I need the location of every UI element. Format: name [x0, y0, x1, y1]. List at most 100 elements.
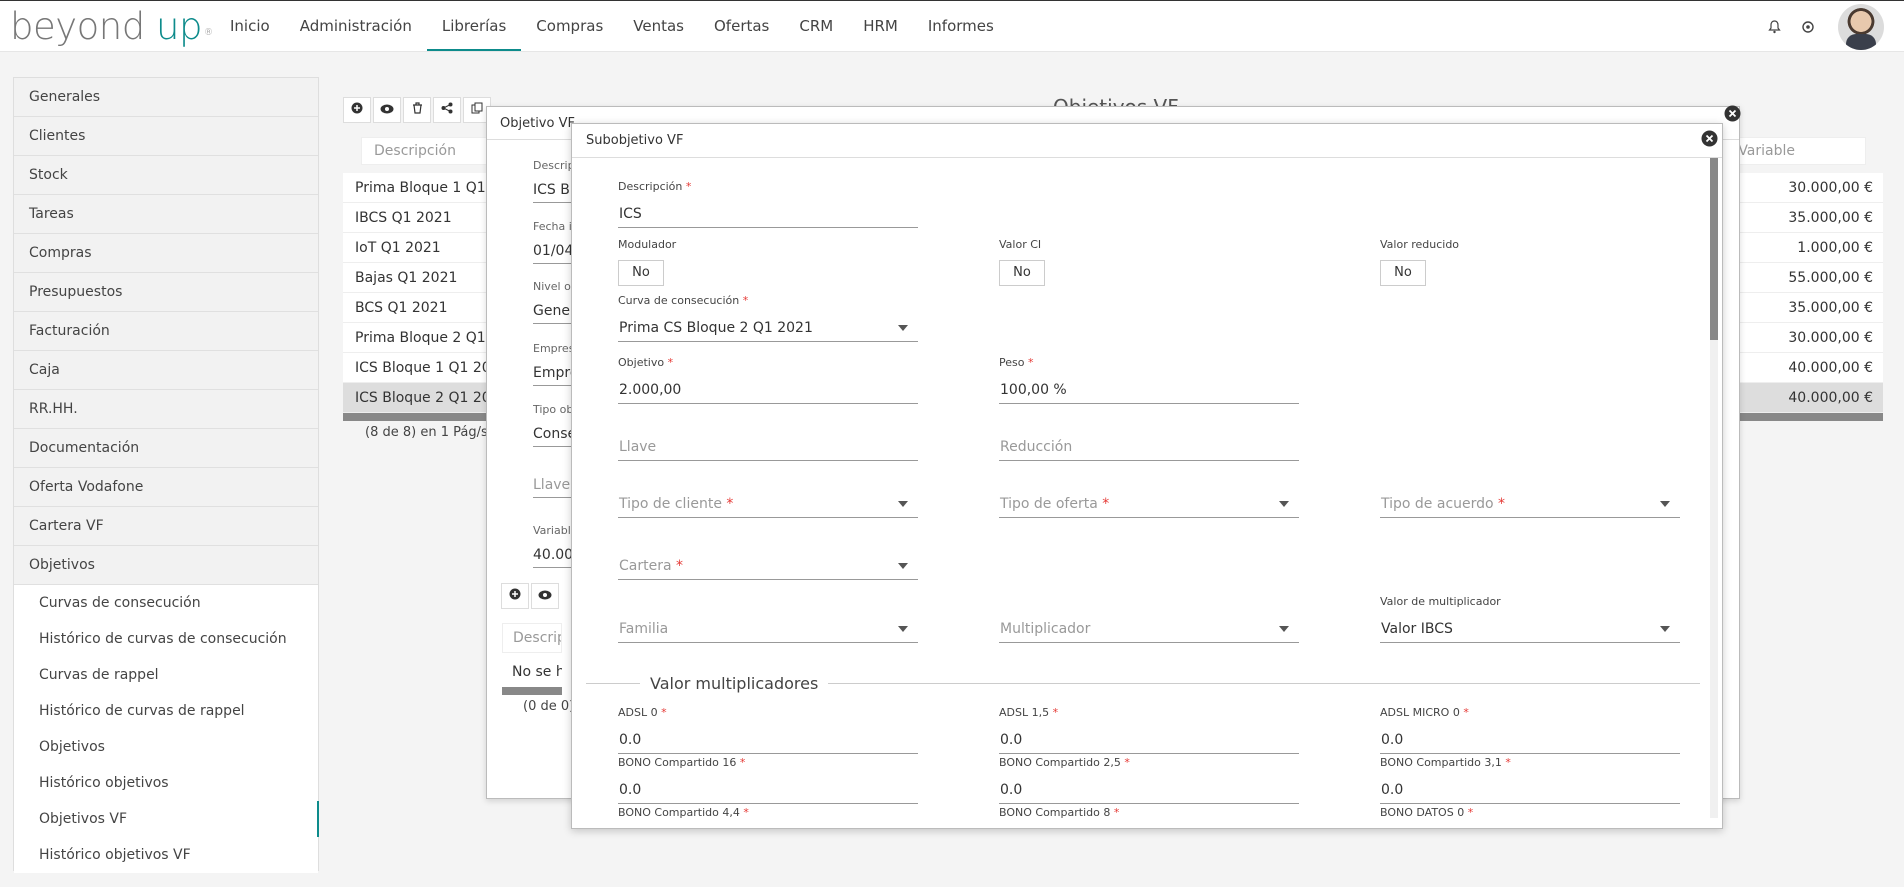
add-button[interactable] — [343, 97, 371, 123]
list-search-input[interactable]: Descripción — [374, 143, 456, 159]
sidebar-item-compras[interactable]: Compras — [14, 234, 318, 273]
sub-search-input[interactable]: Descripción — [502, 623, 562, 653]
list-variable-filter[interactable]: Variable — [1738, 143, 1795, 159]
valor-multiplicador-select[interactable]: Valor IBCS — [1380, 615, 1680, 643]
familia-field[interactable]: Familia — [618, 615, 918, 643]
sidebar-item-stock[interactable]: Stock — [14, 156, 318, 195]
brand-reg: ® — [203, 28, 213, 38]
mult-field-bono-2-5[interactable]: BONO Compartido 2,5 * 0.0 — [999, 756, 1299, 804]
settings-icon[interactable] — [1800, 19, 1816, 35]
objetivo-input[interactable]: 2.000,00 — [618, 376, 918, 404]
llave-field[interactable]: Llave — [618, 433, 918, 461]
descripcion-input[interactable]: ICS — [618, 200, 918, 228]
close-icon[interactable] — [1701, 130, 1718, 151]
objetivo-field[interactable]: Objetivo * 2.000,00 — [618, 356, 918, 404]
peso-input[interactable]: 100,00 % — [999, 376, 1299, 404]
sidebar-subitem-objetivos-vf[interactable]: Objetivos VF — [14, 801, 319, 837]
multiplicador-select[interactable]: Multiplicador — [999, 615, 1299, 643]
nav-librerias[interactable]: Librerías — [426, 1, 522, 51]
mult-input[interactable]: 0.0 — [999, 726, 1299, 754]
delete-icon — [412, 102, 423, 118]
mult-input[interactable]: 0.0 — [1380, 726, 1680, 754]
tipo-cliente-field[interactable]: Tipo de cliente * — [618, 490, 918, 518]
sidebar-subitem-historico-objetivos-vf[interactable]: Histórico objetivos VF — [14, 837, 318, 873]
dialog-title: Subobjetivo VF — [572, 124, 1722, 158]
valor-multiplicador-field[interactable]: Valor de multiplicador Valor IBCS — [1380, 595, 1680, 643]
mult-field-bono-3-1[interactable]: BONO Compartido 3,1 * 0.0 — [1380, 756, 1680, 804]
bell-icon[interactable] — [1766, 19, 1782, 35]
add-icon — [509, 588, 521, 604]
llave-input[interactable]: Llave — [618, 433, 918, 461]
sidebar-subitem-curvas-rappel[interactable]: Curvas de rappel — [14, 657, 318, 693]
sidebar-item-facturacion[interactable]: Facturación — [14, 312, 318, 351]
share-button[interactable] — [433, 97, 461, 123]
sidebar-item-cartera-vf[interactable]: Cartera VF — [14, 507, 318, 546]
valor-reducido-toggle[interactable]: No — [1380, 260, 1426, 286]
nav-crm[interactable]: CRM — [784, 1, 848, 51]
sidebar-item-rrhh[interactable]: RR.HH. — [14, 390, 318, 429]
view-button[interactable] — [373, 97, 401, 123]
view-icon — [380, 102, 394, 118]
mult-input[interactable]: 0.0 — [1380, 776, 1680, 804]
mult-input[interactable]: 0.0 — [618, 726, 918, 754]
sidebar-subitem-curvas-consecucion[interactable]: Curvas de consecución — [14, 585, 318, 621]
delete-button[interactable] — [403, 97, 431, 123]
row-amount: 55.000,00 € — [1788, 270, 1873, 286]
nav-hrm[interactable]: HRM — [848, 1, 913, 51]
dialog-scrollbar[interactable] — [1710, 158, 1718, 818]
peso-field[interactable]: Peso * 100,00 % — [999, 356, 1299, 404]
tipo-cliente-select[interactable]: Tipo de cliente * — [618, 490, 918, 518]
tipo-acuerdo-select[interactable]: Tipo de acuerdo * — [1380, 490, 1680, 518]
multiplicador-field[interactable]: Multiplicador — [999, 615, 1299, 643]
curva-select[interactable]: Prima CS Bloque 2 Q1 2021 — [618, 314, 918, 342]
sidebar-subitem-historico-curvas-consecucion[interactable]: Histórico de curvas de consecución — [14, 621, 318, 657]
sidebar-item-documentacion[interactable]: Documentación — [14, 429, 318, 468]
sidebar-item-objetivos[interactable]: Objetivos — [14, 546, 318, 585]
nav-administracion[interactable]: Administración — [285, 1, 427, 51]
sidebar-item-clientes[interactable]: Clientes — [14, 117, 318, 156]
chevron-down-icon — [898, 563, 908, 569]
nav-ofertas[interactable]: Ofertas — [699, 1, 784, 51]
scroll-thumb[interactable] — [1710, 158, 1718, 340]
mult-input[interactable]: 0.0 — [618, 776, 918, 804]
nav-inicio[interactable]: Inicio — [215, 1, 285, 51]
nav-compras[interactable]: Compras — [521, 1, 618, 51]
field-label: Objetivo * — [618, 356, 674, 369]
mult-field-bono-4-4[interactable]: BONO Compartido 4,4 * — [618, 806, 918, 820]
sidebar-subitem-historico-objetivos[interactable]: Histórico objetivos — [14, 765, 318, 801]
mult-input[interactable]: 0.0 — [999, 776, 1299, 804]
close-icon[interactable] — [1724, 105, 1741, 126]
mult-field-adsl-0[interactable]: ADSL 0 * 0.0 — [618, 706, 918, 754]
sidebar-item-presupuestos[interactable]: Presupuestos — [14, 273, 318, 312]
cartera-select[interactable]: Cartera * — [618, 552, 918, 580]
tipo-acuerdo-field[interactable]: Tipo de acuerdo * — [1380, 490, 1680, 518]
descripcion-field[interactable]: Descripción * ICS — [618, 180, 918, 228]
nav-ventas[interactable]: Ventas — [618, 1, 699, 51]
modulador-toggle[interactable]: No — [618, 260, 664, 286]
tipo-oferta-select[interactable]: Tipo de oferta * — [999, 490, 1299, 518]
reduccion-input[interactable]: Reducción — [999, 433, 1299, 461]
curva-field[interactable]: Curva de consecución * Prima CS Bloque 2… — [618, 294, 918, 342]
sidebar-item-tareas[interactable]: Tareas — [14, 195, 318, 234]
reduccion-field[interactable]: Reducción — [999, 433, 1299, 461]
mult-field-adsl-1-5[interactable]: ADSL 1,5 * 0.0 — [999, 706, 1299, 754]
sidebar-item-caja[interactable]: Caja — [14, 351, 318, 390]
row-amount: 35.000,00 € — [1788, 300, 1873, 316]
mult-field-bono-16[interactable]: BONO Compartido 16 * 0.0 — [618, 756, 918, 804]
sidebar-item-generales[interactable]: Generales — [14, 78, 318, 117]
sub-add-button[interactable] — [501, 583, 529, 609]
sidebar-item-oferta-vodafone[interactable]: Oferta Vodafone — [14, 468, 318, 507]
mult-field-bono-8[interactable]: BONO Compartido 8 * — [999, 806, 1299, 820]
nav-informes[interactable]: Informes — [913, 1, 1009, 51]
user-avatar[interactable] — [1838, 4, 1884, 50]
brand-logo[interactable]: beyond up ® — [10, 7, 213, 47]
mult-field-adsl-micro-0[interactable]: ADSL MICRO 0 * 0.0 — [1380, 706, 1680, 754]
tipo-oferta-field[interactable]: Tipo de oferta * — [999, 490, 1299, 518]
cartera-field[interactable]: Cartera * — [618, 552, 918, 580]
valor-ci-toggle[interactable]: No — [999, 260, 1045, 286]
mult-field-bono-datos-0[interactable]: BONO DATOS 0 * — [1380, 806, 1680, 820]
sidebar-subitem-objetivos[interactable]: Objetivos — [14, 729, 318, 765]
sub-view-button[interactable] — [531, 583, 559, 609]
familia-select[interactable]: Familia — [618, 615, 918, 643]
sidebar-subitem-historico-curvas-rappel[interactable]: Histórico de curvas de rappel — [14, 693, 318, 729]
